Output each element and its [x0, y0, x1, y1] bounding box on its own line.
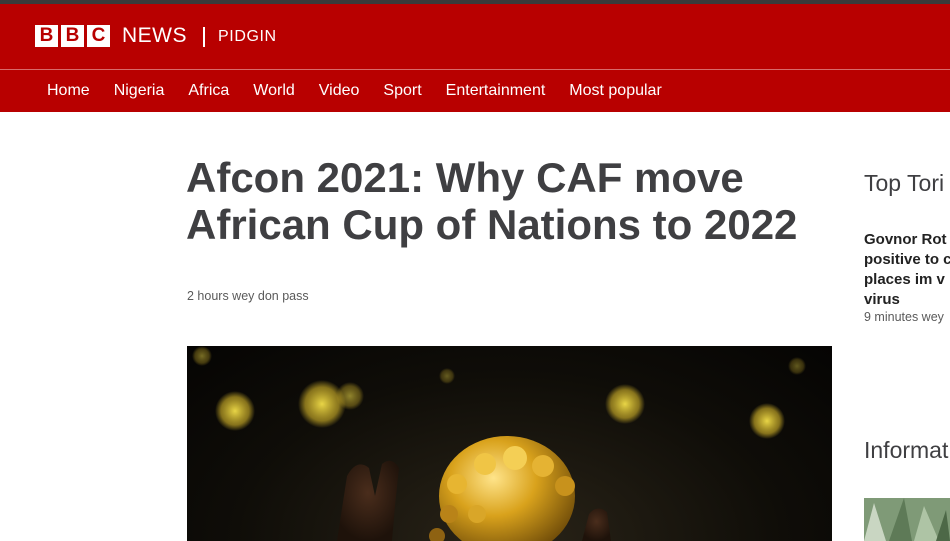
hero-image-graphic — [192, 346, 806, 541]
bbc-logo-letter: B — [35, 25, 58, 47]
bbc-logo[interactable]: B B C — [35, 25, 110, 47]
nav-item-home[interactable]: Home — [35, 70, 102, 112]
rail-thumbnail-image[interactable] — [864, 498, 950, 541]
nav-item-sport[interactable]: Sport — [371, 70, 433, 112]
rail-section-title: Top Tori — [864, 170, 945, 196]
news-wordmark[interactable]: NEWS — [122, 24, 187, 48]
article-headline: Afcon 2021: Why CAF move African Cup of … — [186, 154, 798, 248]
rail-thumbnail-graphic — [864, 498, 950, 541]
masthead: B B C NEWS PIDGIN — [0, 4, 950, 69]
bbc-logo-letter: B — [61, 25, 84, 47]
rail-story-timestamp: 9 minutes wey — [864, 310, 944, 324]
nav-list: Home Nigeria Africa World Video Sport En… — [35, 70, 674, 112]
bbc-logo-letter: C — [87, 25, 110, 47]
nav-item-most-popular[interactable]: Most popular — [557, 70, 674, 112]
nav-item-africa[interactable]: Africa — [176, 70, 241, 112]
article-timestamp: 2 hours wey don pass — [187, 289, 309, 303]
nav-item-world[interactable]: World — [241, 70, 307, 112]
afcon-trophy-image[interactable] — [187, 346, 832, 541]
main-nav: Home Nigeria Africa World Video Sport En… — [0, 70, 950, 112]
rail-story-link[interactable]: Govnor Rot positive to c places im v vir… — [864, 230, 950, 310]
brand-divider — [203, 27, 205, 47]
nav-item-video[interactable]: Video — [307, 70, 372, 112]
section-wordmark[interactable]: PIDGIN — [218, 26, 277, 48]
nav-active-indicator — [35, 112, 95, 113]
rail-section-title-2: Informat — [864, 437, 949, 463]
nav-item-entertainment[interactable]: Entertainment — [434, 70, 558, 112]
nav-item-nigeria[interactable]: Nigeria — [102, 70, 177, 112]
